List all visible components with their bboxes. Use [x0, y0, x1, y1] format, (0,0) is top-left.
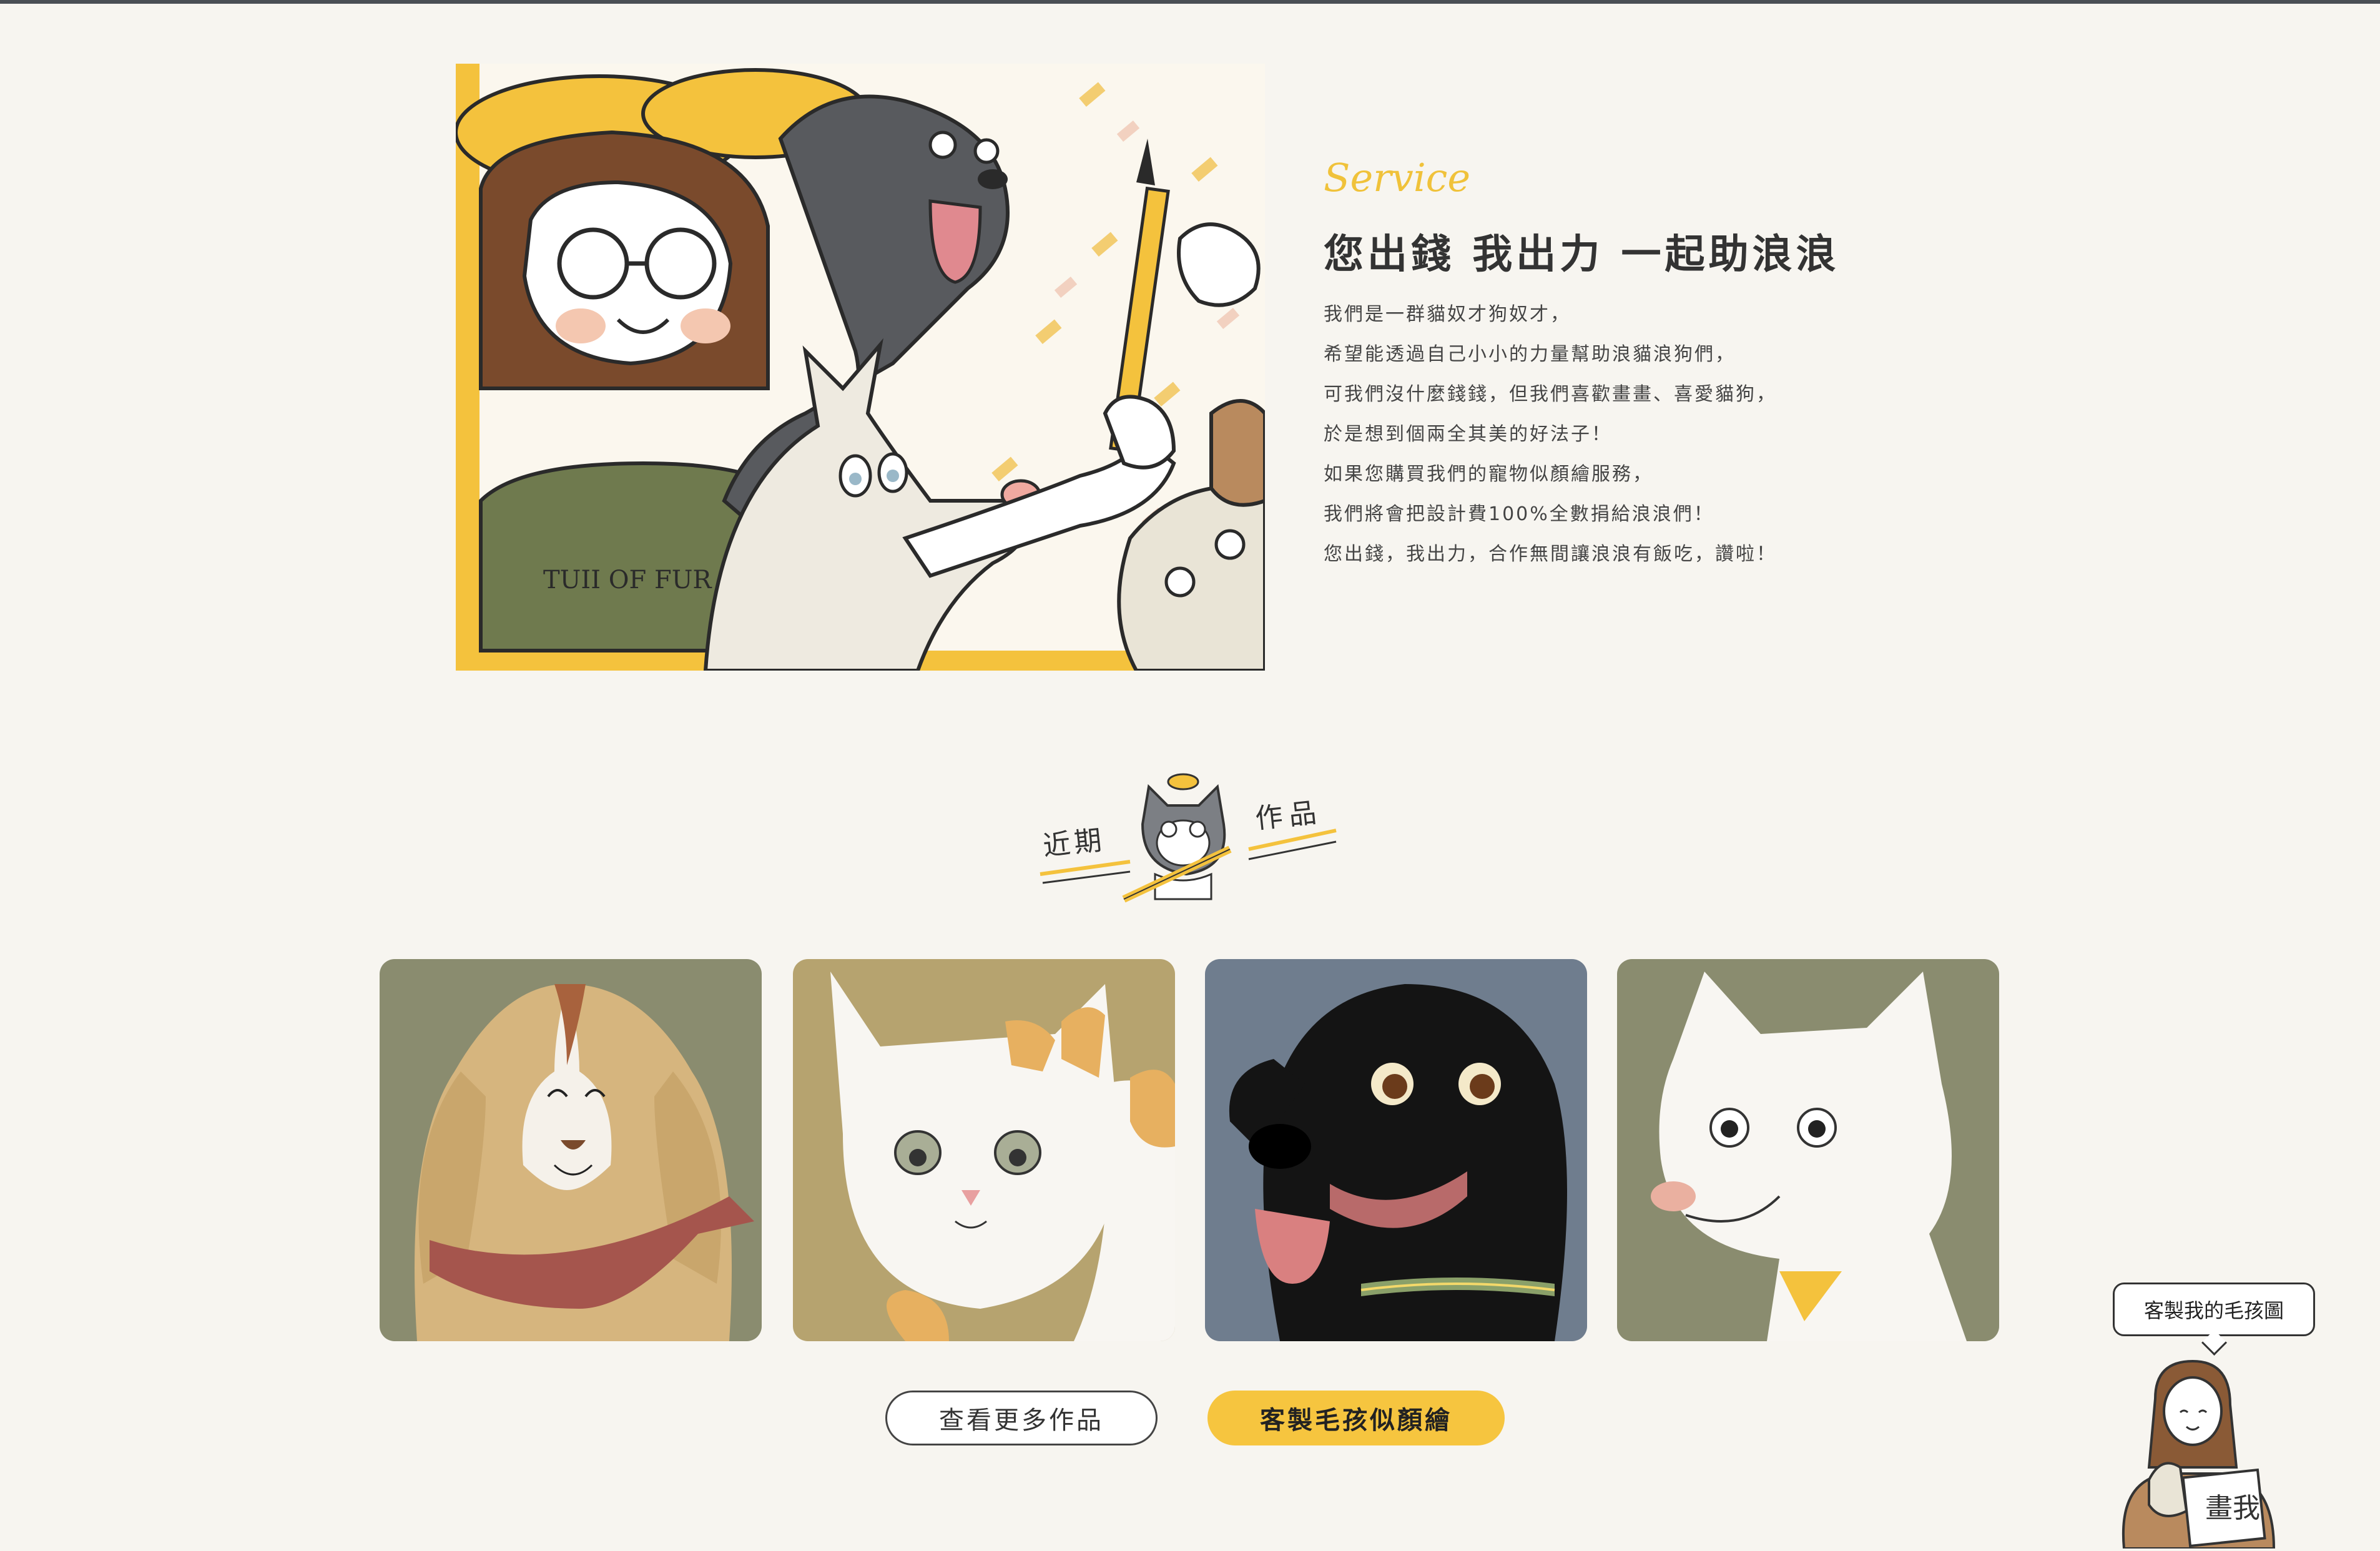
recent-works-right-label: 作品 — [1254, 796, 1324, 835]
service-line: 我們將會把設計費100%全數捐給浪浪們！ — [1324, 503, 1714, 525]
service-title: 您出錢 我出力 一起助浪浪 — [1324, 232, 1840, 278]
custom-portrait-button[interactable]: 客製毛孩似顏繪 — [1207, 1391, 1505, 1445]
gallery-item-calico-cat[interactable] — [793, 959, 1175, 1341]
floating-mascot-widget[interactable]: 畫我 — [2105, 1355, 2286, 1550]
service-line: 您出錢，我出力，合作無間讓浪浪有飯吃，讚啦！ — [1324, 543, 1777, 565]
window-top-bar — [0, 0, 2380, 4]
service-line: 希望能透過自己小小的力量幫助浪貓浪狗們， — [1324, 343, 1736, 365]
service-line: 可我們沒什麼錢錢，但我們喜歡畫畫、喜愛貓狗， — [1324, 383, 1777, 405]
service-description: 我們是一群貓奴才狗奴才， 希望能透過自己小小的力量幫助浪貓浪狗們， 可我們沒什麼… — [1324, 295, 1886, 574]
service-label: Service — [1324, 155, 1471, 200]
service-line: 如果您購買我們的寵物似顏繪服務， — [1324, 463, 1653, 485]
service-line: 我們是一群貓奴才狗奴才， — [1324, 303, 1571, 325]
recent-works-heading: 近期 作品 — [1036, 768, 1349, 912]
gallery-item-golden-dog[interactable] — [380, 959, 762, 1341]
girl-holding-sign-icon: 畫我 — [2122, 1359, 2276, 1550]
shirt-text: TUII OF FUR — [543, 566, 712, 594]
gallery-item-white-dog[interactable] — [1617, 959, 1999, 1341]
view-more-works-button[interactable]: 查看更多作品 — [885, 1391, 1158, 1445]
recent-works-left-label: 近期 — [1041, 824, 1107, 863]
service-line: 於是想到個兩全其美的好法子！ — [1324, 423, 1612, 445]
gallery-item-black-dog[interactable] — [1205, 959, 1587, 1341]
hero-illustration: TUII OF FUR — [456, 64, 1265, 671]
custom-portrait-bubble[interactable]: 客製我的毛孩圖 — [2113, 1283, 2315, 1336]
sign-text: 畫我 — [2205, 1492, 2260, 1524]
